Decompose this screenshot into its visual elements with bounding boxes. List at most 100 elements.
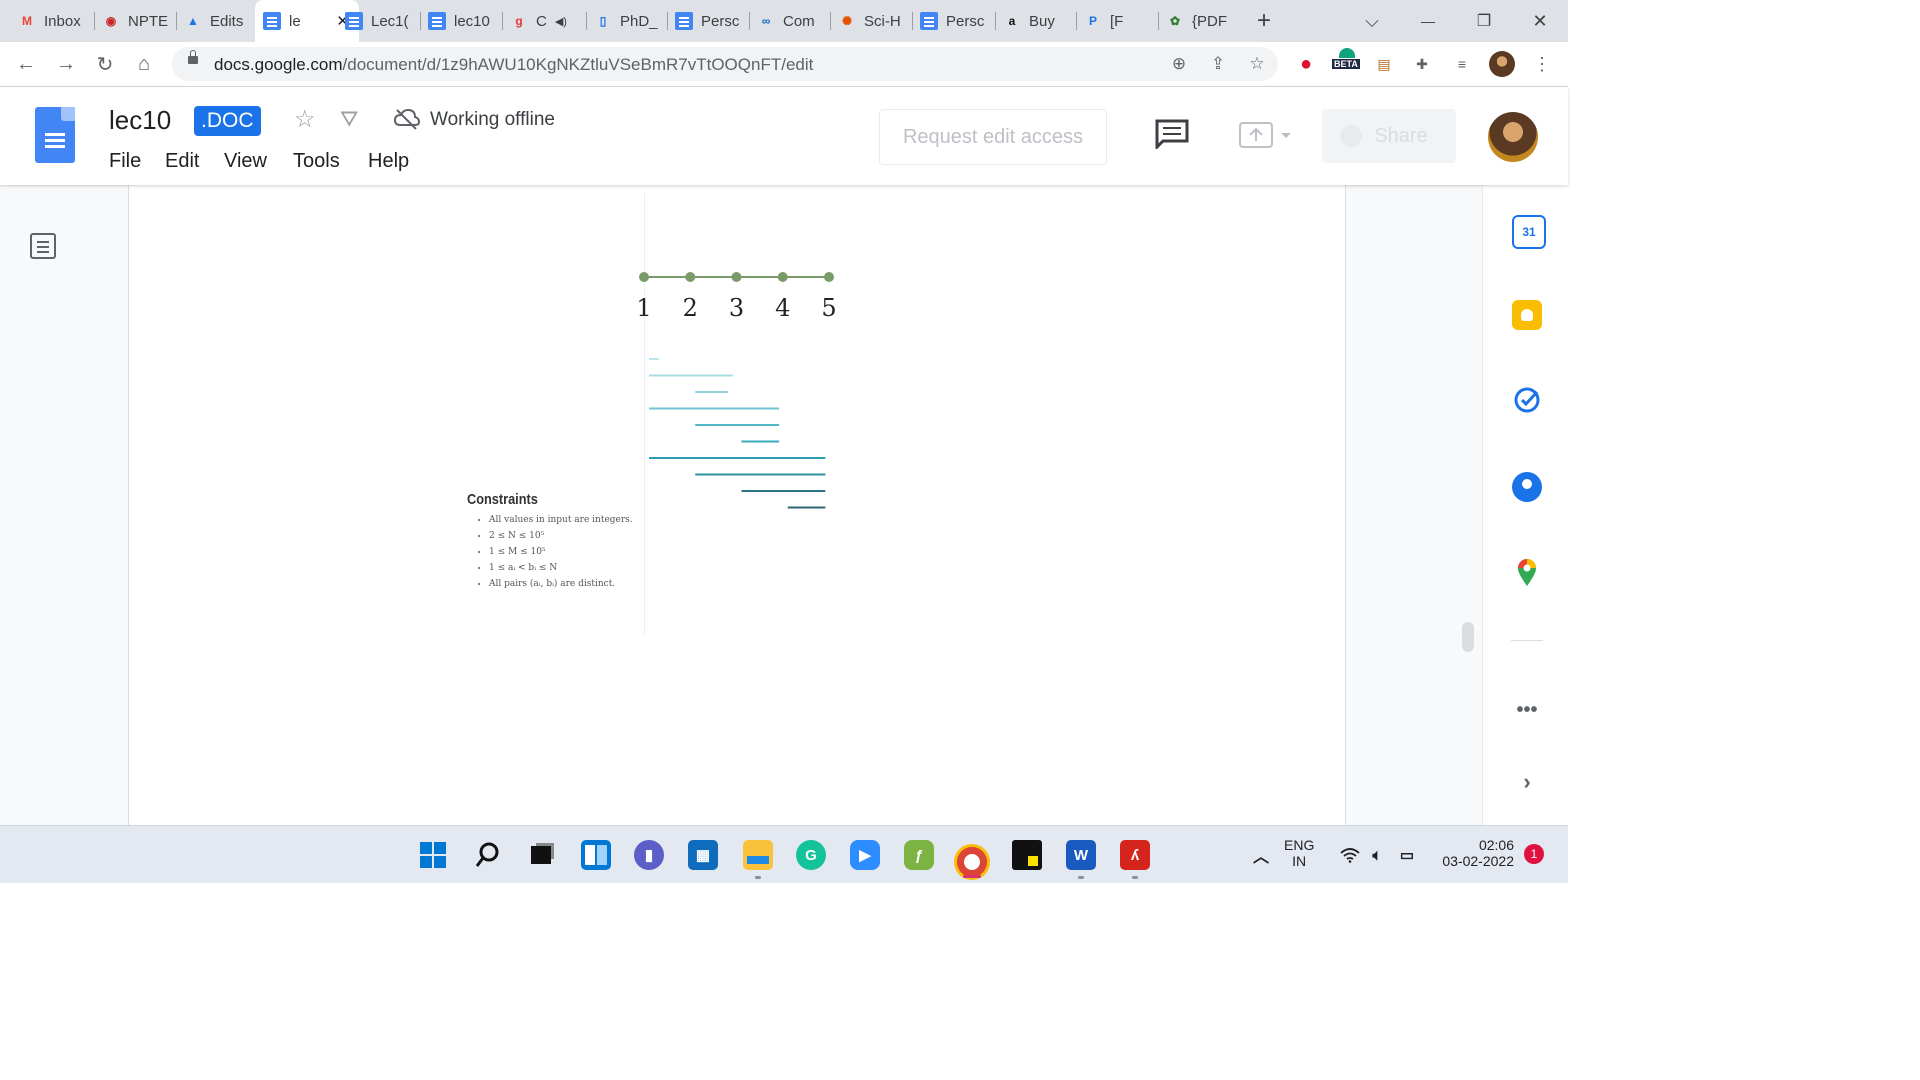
- tasks-icon[interactable]: [1512, 385, 1542, 415]
- bookmark-star-icon[interactable]: ☆: [1245, 52, 1269, 76]
- file-type-badge: .DOC: [194, 106, 261, 136]
- menu-help[interactable]: Help: [368, 150, 409, 173]
- brick-extension-icon[interactable]: ▤: [1372, 52, 1396, 76]
- tab-label: le: [289, 12, 301, 30]
- tab-label: Buy: [1029, 12, 1055, 30]
- sticky-notes-icon[interactable]: [1012, 840, 1042, 870]
- constraints-list: All values in input are integers.2 ≤ N ≤…: [467, 512, 633, 592]
- beta-extension-shape: [1339, 48, 1355, 58]
- menu-file[interactable]: File: [109, 150, 141, 173]
- battery-icon[interactable]: ▭: [1392, 840, 1422, 870]
- file-icon: ▯: [599, 14, 607, 28]
- tray-chevron-icon[interactable]: ︿: [1246, 840, 1276, 870]
- present-svg: [1239, 122, 1291, 148]
- browser-tab[interactable]: ✿ {PDF: [1166, 0, 1236, 42]
- back-icon[interactable]: ←: [12, 50, 40, 78]
- menu-edit[interactable]: Edit: [165, 150, 199, 173]
- browser-tab[interactable]: g C ◀): [510, 0, 580, 42]
- account-avatar[interactable]: [1488, 112, 1538, 162]
- document-workspace[interactable]: 1 2 3 4 5 Constraints All values in input ar…: [0, 185, 1482, 825]
- document-outline-icon[interactable]: [30, 233, 56, 259]
- acrobat-icon[interactable]: ʎ: [1120, 840, 1150, 870]
- number-line-point: [824, 272, 834, 282]
- browser-tab[interactable]: ✺ Sci-H: [838, 0, 908, 42]
- tab-separator: [912, 12, 913, 30]
- chrome-icon[interactable]: [957, 847, 987, 877]
- opera-icon[interactable]: ●: [1294, 52, 1318, 76]
- maps-icon[interactable]: [1512, 557, 1542, 587]
- contacts-icon[interactable]: [1512, 472, 1542, 502]
- browser-tab[interactable]: M Inbox: [18, 0, 88, 42]
- number-label: 1: [636, 294, 651, 322]
- menu-view[interactable]: View: [224, 150, 267, 173]
- keep-icon[interactable]: [1512, 300, 1542, 330]
- task-view-icon[interactable]: [526, 840, 556, 870]
- browser-tab[interactable]: le ✕: [255, 0, 359, 42]
- forward-icon[interactable]: →: [52, 50, 80, 78]
- browser-tab[interactable]: a Buy: [1003, 0, 1071, 42]
- docs-logo-icon[interactable]: [35, 107, 75, 163]
- star-icon[interactable]: ☆: [294, 105, 316, 134]
- maps-svg: [1518, 559, 1536, 586]
- browser-tab[interactable]: lec10: [428, 0, 498, 42]
- home-icon[interactable]: ⌂: [130, 50, 158, 78]
- extensions-puzzle-icon[interactable]: ✚: [1410, 52, 1434, 76]
- reload-icon[interactable]: ↻: [91, 50, 119, 78]
- document-title[interactable]: lec10: [109, 105, 171, 136]
- profile-avatar-icon[interactable]: [1489, 51, 1515, 77]
- zoom-icon[interactable]: ⊕: [1167, 52, 1191, 76]
- browser-tab[interactable]: ◉ NPTE: [102, 0, 170, 42]
- zoom-app-icon[interactable]: ▶: [850, 840, 880, 870]
- document-page[interactable]: 1 2 3 4 5 Constraints All values in input ar…: [128, 185, 1346, 825]
- docs-icon: [345, 12, 363, 30]
- word-icon[interactable]: W: [1066, 840, 1096, 870]
- nptel-icon: ◉: [105, 14, 117, 28]
- browser-tab[interactable]: ▯ PhD_: [594, 0, 662, 42]
- beta-extension-icon[interactable]: BETA: [1332, 48, 1362, 76]
- more-apps-icon[interactable]: •••: [1512, 695, 1542, 725]
- volume-icon[interactable]: 🔈︎: [1362, 840, 1392, 870]
- browser-tab[interactable]: P [F: [1084, 0, 1152, 42]
- teams-chat-icon[interactable]: ▮: [634, 840, 664, 870]
- clock[interactable]: 02:06 03-02-2022: [1430, 837, 1514, 869]
- url-text[interactable]: docs.google.com/document/d/1z9hAWU10KgNK…: [214, 55, 813, 75]
- store-icon[interactable]: ▦: [688, 840, 718, 870]
- widgets-icon[interactable]: [581, 840, 611, 870]
- reading-list-icon[interactable]: ≡: [1450, 52, 1474, 76]
- language-indicator[interactable]: ENG IN: [1284, 837, 1314, 869]
- browser-tab[interactable]: Persc: [920, 0, 990, 42]
- tab-separator: [667, 12, 668, 30]
- browser-tab[interactable]: Lec1(: [345, 0, 415, 42]
- audio-playing-icon[interactable]: ◀): [555, 15, 567, 28]
- tab-separator: [830, 12, 831, 30]
- menu-tools[interactable]: Tools: [293, 150, 340, 173]
- grammarly-icon[interactable]: G: [796, 840, 826, 870]
- window-close-icon[interactable]: ✕: [1524, 0, 1556, 42]
- start-icon[interactable]: [418, 840, 448, 870]
- offline-status: Working offline: [430, 109, 555, 130]
- present-icon[interactable]: [1238, 120, 1294, 157]
- address-bar[interactable]: docs.google.com/document/d/1z9hAWU10KgNK…: [172, 47, 1278, 81]
- restore-icon[interactable]: ❐: [1468, 0, 1500, 42]
- wifi-icon[interactable]: [1335, 840, 1365, 870]
- browser-tab[interactable]: ∞ Com: [757, 0, 825, 42]
- expand-panel-chevron-icon[interactable]: ›: [1512, 767, 1542, 797]
- calendar-icon[interactable]: 31: [1512, 215, 1546, 249]
- new-tab-icon[interactable]: +: [1248, 0, 1280, 42]
- vertical-scrollbar[interactable]: [1462, 622, 1474, 652]
- browser-menu-icon[interactable]: ⋮: [1530, 52, 1554, 76]
- browser-tab[interactable]: ▲ Edits: [184, 0, 252, 42]
- search-icon[interactable]: [473, 840, 503, 870]
- share-button[interactable]: Share: [1322, 109, 1456, 163]
- tab-search-chevron-icon[interactable]: ⌵: [1356, 0, 1388, 42]
- comments-icon[interactable]: [1155, 119, 1189, 156]
- minimize-icon[interactable]: —: [1412, 0, 1444, 42]
- file-explorer-icon[interactable]: [743, 840, 773, 870]
- share-page-icon[interactable]: ⇪: [1206, 52, 1230, 76]
- notification-badge[interactable]: 1: [1524, 844, 1544, 864]
- move-to-drive-icon[interactable]: ⛛: [340, 106, 358, 132]
- request-edit-access-button[interactable]: Request edit access: [879, 109, 1107, 165]
- tab-separator: [1158, 12, 1159, 30]
- browser-tab[interactable]: Persc: [675, 0, 745, 42]
- overleaf-icon[interactable]: ƒ: [904, 840, 934, 870]
